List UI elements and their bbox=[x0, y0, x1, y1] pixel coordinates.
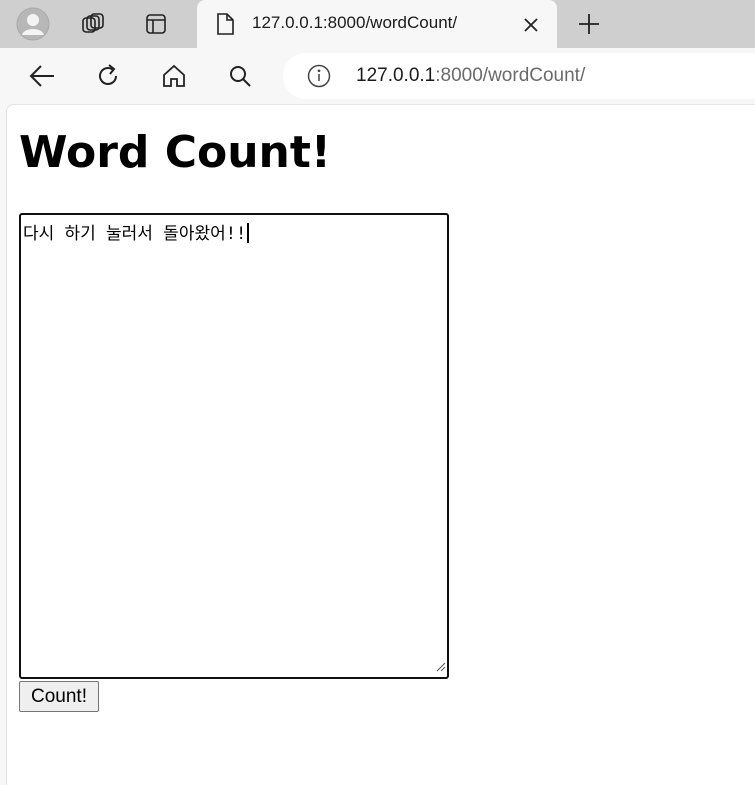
tab-actions-icon[interactable] bbox=[137, 6, 175, 42]
url-path: :8000/wordCount/ bbox=[435, 65, 586, 86]
textarea-value: 다시 하기 눌러서 돌아왔어!! bbox=[23, 224, 247, 244]
page-title: Word Count! bbox=[19, 127, 331, 178]
tab-title: 127.0.0.1:8000/wordCount/ bbox=[252, 13, 458, 32]
refresh-icon[interactable] bbox=[88, 58, 128, 94]
text-input-area[interactable]: 다시 하기 눌러서 돌아왔어!! bbox=[19, 213, 449, 679]
document-icon bbox=[215, 12, 235, 40]
navigation-bar: 127.0.0.1:8000/wordCount/ bbox=[0, 48, 755, 104]
url-host: 127.0.0.1 bbox=[356, 65, 436, 86]
profile-avatar-icon[interactable] bbox=[14, 6, 52, 42]
info-icon[interactable] bbox=[307, 64, 331, 92]
tab-strip: 127.0.0.1:8000/wordCount/ bbox=[0, 0, 755, 48]
close-icon[interactable] bbox=[517, 11, 545, 39]
workspaces-icon[interactable] bbox=[74, 6, 112, 42]
address-bar[interactable]: 127.0.0.1:8000/wordCount/ bbox=[283, 53, 755, 99]
text-caret bbox=[247, 223, 250, 243]
plus-icon[interactable] bbox=[572, 8, 606, 40]
back-arrow-icon[interactable] bbox=[22, 58, 62, 94]
url-text[interactable]: 127.0.0.1:8000/wordCount/ bbox=[356, 65, 585, 87]
resize-grip-icon[interactable] bbox=[434, 657, 446, 676]
home-icon[interactable] bbox=[154, 58, 194, 94]
count-button[interactable]: Count! bbox=[19, 681, 99, 712]
search-icon[interactable] bbox=[220, 58, 260, 94]
page-viewport: Word Count! 다시 하기 눌러서 돌아왔어!! Count! bbox=[6, 104, 755, 785]
active-tab[interactable]: 127.0.0.1:8000/wordCount/ bbox=[197, 0, 557, 48]
